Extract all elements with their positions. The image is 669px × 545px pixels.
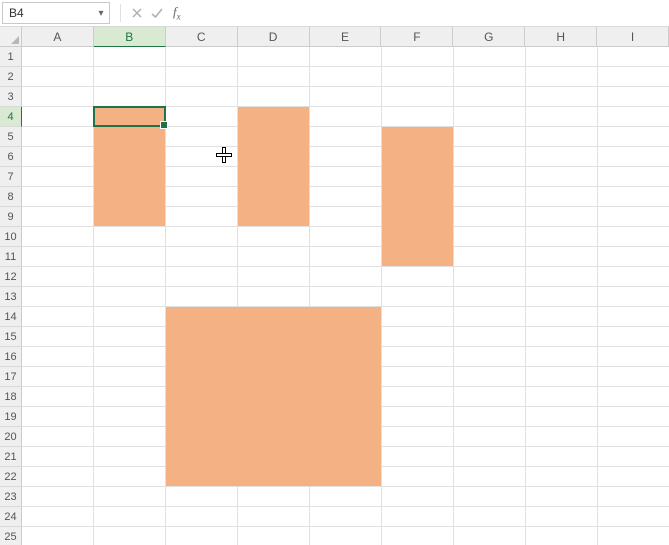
name-box-value: B4 [3,6,93,20]
row-header-18[interactable]: 18 [0,387,22,407]
row-header-1[interactable]: 1 [0,47,22,67]
row-header-24[interactable]: 24 [0,507,22,527]
row-header-9[interactable]: 9 [0,207,22,227]
row-header-20[interactable]: 20 [0,427,22,447]
column-header-A[interactable]: A [22,27,94,47]
row-header-17[interactable]: 17 [0,367,22,387]
select-all-corner[interactable] [0,27,22,47]
column-header-G[interactable]: G [453,27,525,47]
formula-bar: B4 ▾ fx [0,0,669,27]
column-header-B[interactable]: B [94,27,166,47]
filled-range[interactable] [238,107,309,226]
cancel-icon [127,3,147,23]
row-header-2[interactable]: 2 [0,67,22,87]
row-header-12[interactable]: 12 [0,267,22,287]
column-header-D[interactable]: D [238,27,310,47]
row-header-10[interactable]: 10 [0,227,22,247]
fx-icon[interactable]: fx [173,4,181,22]
row-header-7[interactable]: 7 [0,167,22,187]
row-header-16[interactable]: 16 [0,347,22,367]
column-header-E[interactable]: E [310,27,382,47]
row-header-4[interactable]: 4 [0,107,22,127]
row-header-14[interactable]: 14 [0,307,22,327]
spreadsheet-grid[interactable]: ABCDEFGHI 123456789101112131415161718192… [0,27,669,545]
chevron-down-icon[interactable]: ▾ [93,8,109,19]
row-header-19[interactable]: 19 [0,407,22,427]
row-header-15[interactable]: 15 [0,327,22,347]
row-header-3[interactable]: 3 [0,87,22,107]
column-header-C[interactable]: C [166,27,238,47]
row-header-8[interactable]: 8 [0,187,22,207]
row-header-23[interactable]: 23 [0,487,22,507]
row-header-22[interactable]: 22 [0,467,22,487]
row-header-13[interactable]: 13 [0,287,22,307]
enter-icon [147,3,167,23]
separator [120,4,121,22]
column-headers: ABCDEFGHI [0,27,669,47]
row-header-21[interactable]: 21 [0,447,22,467]
row-header-11[interactable]: 11 [0,247,22,267]
row-headers: 1234567891011121314151617181920212223242… [0,47,22,545]
filled-range[interactable] [166,307,381,486]
column-header-I[interactable]: I [597,27,669,47]
filled-range[interactable] [94,107,165,226]
excel-window: { "formula_bar": { "name_box": "B4", "fo… [0,0,669,545]
row-header-6[interactable]: 6 [0,147,22,167]
formula-input[interactable] [187,2,669,24]
cells-area[interactable] [22,47,669,545]
row-header-25[interactable]: 25 [0,527,22,545]
name-box[interactable]: B4 ▾ [2,2,110,24]
row-header-5[interactable]: 5 [0,127,22,147]
column-header-H[interactable]: H [525,27,597,47]
filled-range[interactable] [382,127,453,266]
column-header-F[interactable]: F [381,27,453,47]
